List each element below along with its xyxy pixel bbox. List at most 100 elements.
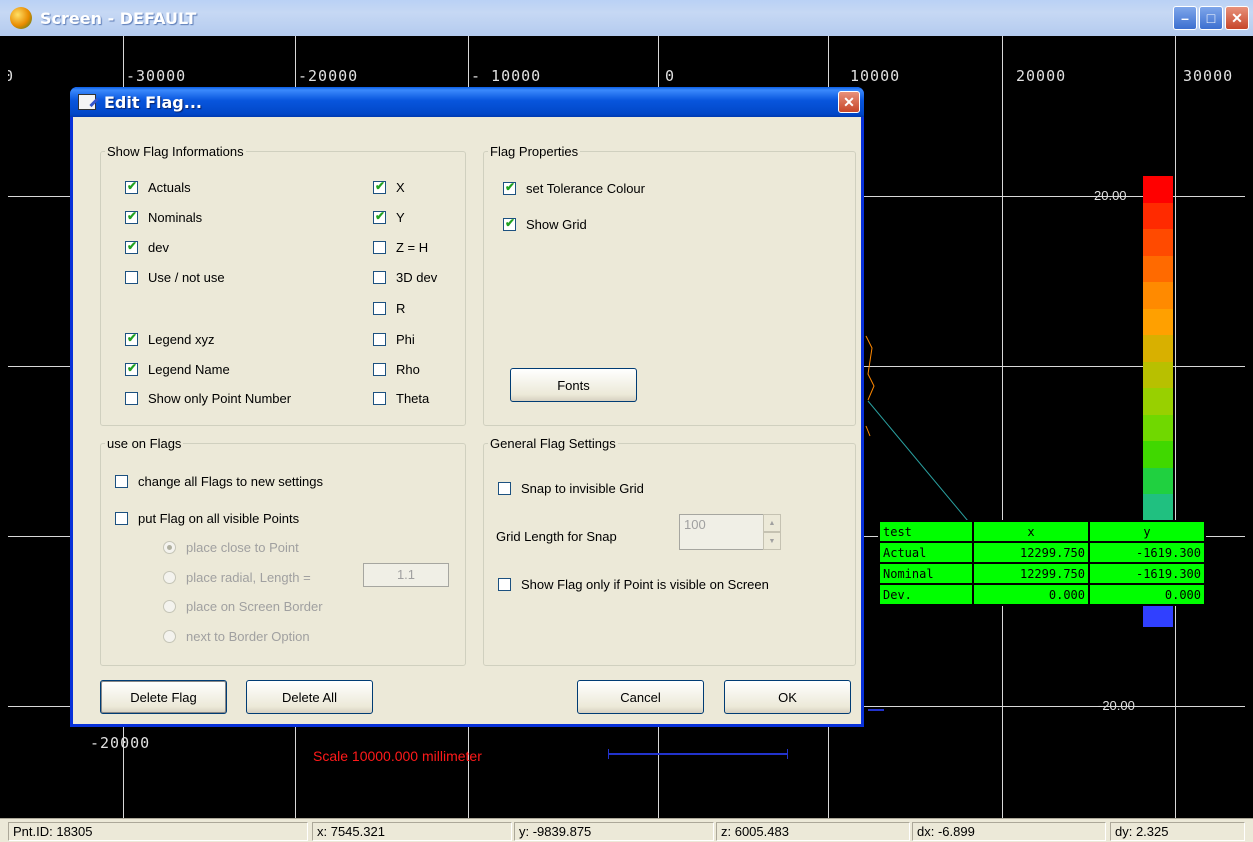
info-checkbox[interactable]: Phi <box>373 332 415 347</box>
info-checkbox[interactable]: Y <box>373 209 405 225</box>
table-row: Nominal 12299.750 -1619.300 <box>880 564 1204 583</box>
checkbox-box[interactable] <box>125 392 138 405</box>
info-checkbox[interactable]: R <box>373 301 405 316</box>
info-checkbox[interactable]: Actuals <box>125 179 191 195</box>
checkbox-label: Show only Point Number <box>148 391 292 406</box>
legend-swatch <box>1143 467 1173 494</box>
put-flag-all-points-checkbox[interactable]: put Flag on all visible Points <box>115 511 299 526</box>
delete-all-button[interactable]: Delete All <box>246 680 373 714</box>
group-title: use on Flags <box>107 436 182 451</box>
legend-swatch <box>1143 229 1173 256</box>
fonts-button[interactable]: Fonts <box>510 368 637 402</box>
radio-label: place radial, Length = <box>186 570 311 585</box>
checkbox-box[interactable] <box>373 363 386 376</box>
checkbox-box[interactable] <box>373 392 386 405</box>
checkbox-label: Theta <box>396 391 430 406</box>
info-checkbox[interactable]: Show only Point Number <box>125 391 291 406</box>
table-cell: x <box>974 522 1088 541</box>
checkbox-box[interactable] <box>503 180 516 195</box>
checkbox-box[interactable] <box>498 482 511 495</box>
checkbox-box[interactable] <box>125 209 138 224</box>
info-checkbox[interactable]: Use / not use <box>125 270 225 285</box>
info-checkbox[interactable]: Theta <box>373 391 429 406</box>
place-screen-border-radio[interactable]: place on Screen Border <box>163 599 323 614</box>
checkbox-label: Rho <box>396 362 420 377</box>
legend-swatch <box>1143 255 1173 282</box>
maximize-button[interactable]: □ <box>1199 6 1223 30</box>
checkbox-box[interactable] <box>373 302 386 315</box>
info-checkbox[interactable]: X <box>373 179 405 195</box>
dialog-close-button[interactable]: ✕ <box>838 91 860 113</box>
show-flag-visible-checkbox[interactable]: Show Flag only if Point is visible on Sc… <box>498 577 769 592</box>
show-grid-checkbox[interactable]: Show Grid <box>503 216 587 232</box>
general-flag-settings-group: General Flag Settings <box>483 436 856 666</box>
checkbox-box[interactable] <box>125 331 138 346</box>
grid-line <box>1002 36 1003 818</box>
checkbox-box[interactable] <box>373 241 386 254</box>
legend-swatch <box>1143 441 1173 468</box>
snap-grid-checkbox[interactable]: Snap to invisible Grid <box>498 481 644 496</box>
checkbox-label: Snap to invisible Grid <box>521 481 644 496</box>
checkbox-box[interactable] <box>373 271 386 284</box>
info-checkbox[interactable]: dev <box>125 239 169 255</box>
status-dy: dy: 2.325 <box>1110 822 1245 841</box>
checkbox-box[interactable] <box>115 512 128 525</box>
info-checkbox[interactable]: Legend Name <box>125 361 230 377</box>
info-checkbox[interactable]: Z = H <box>373 240 428 255</box>
table-cell: -1619.300 <box>1090 564 1204 583</box>
radio-dot[interactable] <box>163 630 176 643</box>
x-axis-label: 20000 <box>1016 67 1067 85</box>
close-button[interactable]: ✕ <box>1225 6 1249 30</box>
x-axis-label: -20000 <box>298 67 359 85</box>
x-axis-label: -30000 <box>126 67 187 85</box>
radial-length-input[interactable]: 1.1 <box>363 563 449 587</box>
x-axis-label: - 10000 <box>471 67 542 85</box>
info-checkbox[interactable]: Legend xyz <box>125 331 215 347</box>
legend-swatch <box>1143 202 1173 229</box>
grid-length-input[interactable]: 100 <box>679 514 769 550</box>
checkbox-box[interactable] <box>125 179 138 194</box>
next-to-border-radio[interactable]: next to Border Option <box>163 629 310 644</box>
legend-swatch <box>1143 335 1173 362</box>
checkbox-box[interactable] <box>373 179 386 194</box>
table-cell: 0.000 <box>974 585 1088 604</box>
checkbox-box[interactable] <box>498 578 511 591</box>
radio-dot[interactable] <box>163 600 176 613</box>
ok-button[interactable]: OK <box>724 680 851 714</box>
checkbox-box[interactable] <box>125 361 138 376</box>
status-point-id: Pnt.ID: 18305 <box>8 822 308 841</box>
radio-dot[interactable] <box>163 571 176 584</box>
checkbox-box[interactable] <box>125 239 138 254</box>
checkbox-box[interactable] <box>503 216 516 231</box>
dialog-titlebar[interactable]: Edit Flag... ✕ <box>70 87 864 117</box>
set-tolerance-colour-checkbox[interactable]: set Tolerance Colour <box>503 180 645 196</box>
radio-label: place on Screen Border <box>186 599 323 614</box>
radio-dot[interactable] <box>163 541 176 554</box>
checkbox-box[interactable] <box>373 209 386 224</box>
change-all-flags-checkbox[interactable]: change all Flags to new settings <box>115 474 323 489</box>
checkbox-label: Phi <box>396 332 415 347</box>
grid-length-spinner[interactable]: ▲ ▼ <box>763 514 781 550</box>
legend-swatch <box>1143 361 1173 388</box>
legend-swatch <box>1143 176 1173 203</box>
cancel-button[interactable]: Cancel <box>577 680 704 714</box>
checkbox-box[interactable] <box>115 475 128 488</box>
legend-bottom-label: -20.00 <box>1098 698 1135 713</box>
place-close-radio[interactable]: place close to Point <box>163 540 299 555</box>
checkbox-box[interactable] <box>373 333 386 346</box>
info-checkbox[interactable]: Nominals <box>125 209 203 225</box>
place-radial-radio[interactable]: place radial, Length = <box>163 570 311 585</box>
app-icon <box>10 7 32 29</box>
minimize-button[interactable]: – <box>1173 6 1197 30</box>
table-cell: 12299.750 <box>974 543 1088 562</box>
delete-flag-button[interactable]: Delete Flag <box>100 680 227 714</box>
status-z: z: 6005.483 <box>716 822 910 841</box>
scale-text: Scale 10000.000 millimeter <box>313 748 482 764</box>
spin-up-icon[interactable]: ▲ <box>763 514 781 532</box>
checkbox-box[interactable] <box>125 271 138 284</box>
info-checkbox[interactable]: 3D dev <box>373 270 437 285</box>
checkbox-label: dev <box>148 240 169 255</box>
spin-down-icon[interactable]: ▼ <box>763 532 781 550</box>
checkbox-label: Nominals <box>148 210 203 225</box>
info-checkbox[interactable]: Rho <box>373 362 420 377</box>
